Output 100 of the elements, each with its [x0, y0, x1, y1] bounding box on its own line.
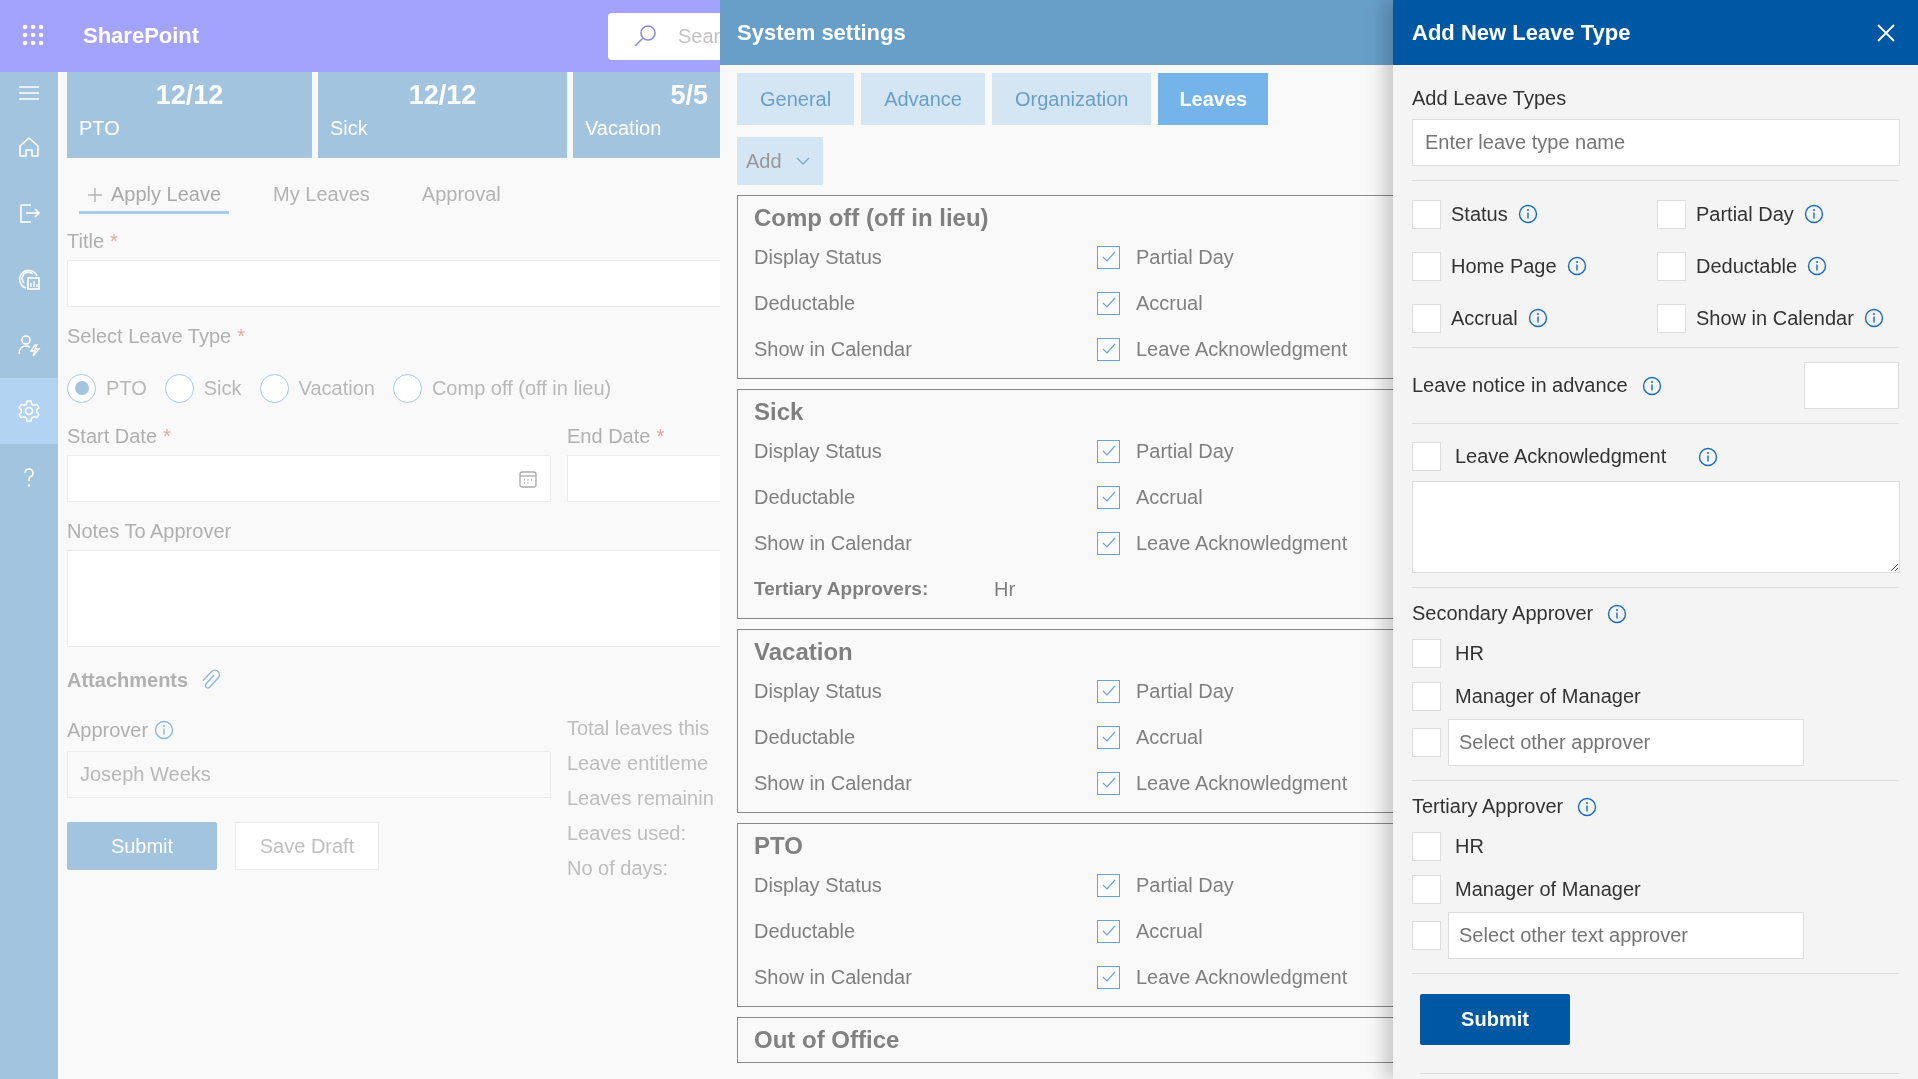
field-label: Start Date — [67, 424, 158, 448]
leave-type-name: PTO — [754, 832, 804, 861]
close-icon[interactable] — [1876, 22, 1896, 43]
tab[interactable]: General — [737, 73, 855, 125]
panel-title: System settings — [737, 19, 906, 46]
radio-label: Sick — [203, 376, 242, 400]
leave-type-name: Out of Office — [754, 1026, 901, 1055]
add-dropdown-button[interactable]: Add — [737, 137, 823, 185]
option-label: Deductable — [1696, 254, 1798, 278]
tab[interactable]: Advance — [861, 73, 985, 125]
setting-label: Display Status — [754, 439, 883, 463]
tab[interactable]: Approval — [413, 178, 509, 214]
nav-item-selected[interactable] — [0, 378, 58, 444]
option-label: Accrual — [1136, 291, 1203, 315]
approvers-value: Hr — [994, 577, 1016, 601]
checkbox[interactable] — [1097, 919, 1120, 943]
exit-icon[interactable] — [17, 201, 41, 225]
required-mark: * — [163, 424, 171, 448]
field-label: Select Leave Type — [67, 324, 232, 348]
setting-label: Deductable — [754, 919, 857, 943]
tab[interactable]: Leaves — [1158, 73, 1269, 125]
radio-label: PTO — [106, 376, 147, 400]
info-icon[interactable] — [1698, 446, 1719, 467]
checkbox[interactable] — [1097, 771, 1120, 795]
user-icon[interactable] — [17, 333, 41, 357]
checkbox[interactable] — [1097, 485, 1120, 509]
settings-icon[interactable] — [17, 399, 41, 423]
name-input[interactable]: Enter leave type name — [1412, 119, 1900, 166]
leave-type-name: Comp off (off in lieu) — [754, 204, 990, 233]
app-name[interactable]: SharePoint — [83, 23, 200, 49]
check-icon — [1100, 684, 1117, 698]
summary-text: Total leaves this — [567, 717, 711, 741]
info-icon[interactable] — [1863, 308, 1884, 328]
acknowledgment-field[interactable] — [1412, 481, 1900, 573]
info-icon[interactable] — [1527, 308, 1548, 328]
checkbox[interactable] — [1097, 337, 1120, 361]
report-icon[interactable] — [17, 267, 41, 291]
home-icon[interactable] — [17, 135, 41, 159]
radio-button[interactable] — [67, 373, 96, 403]
info-icon[interactable] — [1641, 375, 1662, 396]
option-label: Leave Acknowledgment — [1136, 965, 1348, 989]
info-icon[interactable] — [1517, 204, 1538, 224]
approver-field[interactable]: Joseph Weeks — [67, 751, 551, 798]
checkbox[interactable] — [1097, 965, 1120, 989]
save-draft-button[interactable]: Save Draft — [235, 822, 379, 870]
checkbox[interactable] — [1097, 245, 1120, 269]
info-icon[interactable] — [1807, 256, 1828, 276]
card-label: PTO — [79, 117, 121, 140]
setting-label: Deductable — [754, 291, 857, 315]
info-icon[interactable] — [1607, 603, 1628, 624]
app-launcher-icon[interactable] — [22, 24, 46, 48]
summary-text: Leave entitleme — [567, 752, 710, 776]
checkbox[interactable] — [1097, 873, 1120, 897]
card-count: 5/5 — [669, 80, 708, 111]
section-label: Secondary Approver — [1412, 602, 1594, 625]
option-label: Leave Acknowledgment — [1455, 445, 1667, 468]
radio-button[interactable] — [392, 373, 422, 403]
search-field[interactable]: Sear — [608, 12, 720, 60]
info-icon[interactable] — [154, 720, 175, 740]
check-icon — [1100, 730, 1117, 744]
info-icon[interactable] — [1803, 204, 1824, 224]
approvers-label: Tertiary Approvers: — [754, 578, 930, 600]
check-icon — [1100, 924, 1117, 938]
info-icon[interactable] — [1577, 796, 1598, 817]
submit-button[interactable]: Submit — [67, 822, 217, 870]
field-label: Notes To Approver — [67, 519, 232, 543]
paperclip-icon[interactable] — [200, 669, 221, 691]
option-label: Home Page — [1451, 254, 1557, 278]
field-label: Title — [67, 229, 105, 253]
chevron-down-icon[interactable] — [795, 156, 810, 166]
checkbox[interactable] — [1097, 725, 1120, 749]
checkbox[interactable] — [1097, 439, 1120, 463]
radio-button[interactable] — [259, 373, 289, 403]
info-icon[interactable] — [1566, 256, 1587, 276]
tab[interactable]: My Leaves — [265, 178, 378, 214]
check-icon — [1100, 444, 1117, 458]
tab[interactable]: Organization — [992, 73, 1152, 125]
plus-icon[interactable] — [87, 186, 103, 203]
panel-title: Add New Leave Type — [1412, 19, 1631, 46]
leave-type-name: Vacation — [754, 638, 854, 667]
search-icon — [632, 23, 658, 49]
setting-label: Show in Calendar — [754, 337, 913, 361]
checkbox[interactable] — [1097, 679, 1120, 703]
calendar-icon[interactable] — [518, 468, 538, 489]
notice-input[interactable] — [1804, 362, 1899, 409]
tab[interactable]: Apply Leave — [79, 178, 230, 214]
checkbox[interactable] — [1097, 531, 1120, 555]
card-label: Sick — [330, 117, 369, 140]
checkbox[interactable] — [1097, 291, 1120, 315]
setting-label: Display Status — [754, 679, 883, 703]
approver-input[interactable]: Select other text approver — [1448, 912, 1804, 959]
option-label: HR — [1455, 835, 1484, 858]
radio-button[interactable] — [164, 373, 194, 403]
option-label: Accrual — [1136, 725, 1203, 749]
option-label: Partial Day — [1696, 202, 1794, 226]
card-count: 12/12 — [154, 80, 225, 111]
submit-button[interactable]: Submit — [1420, 994, 1570, 1045]
date-field[interactable] — [67, 455, 551, 502]
option-label: Leave Acknowledgment — [1136, 337, 1348, 361]
approver-input[interactable]: Select other approver — [1448, 719, 1804, 766]
